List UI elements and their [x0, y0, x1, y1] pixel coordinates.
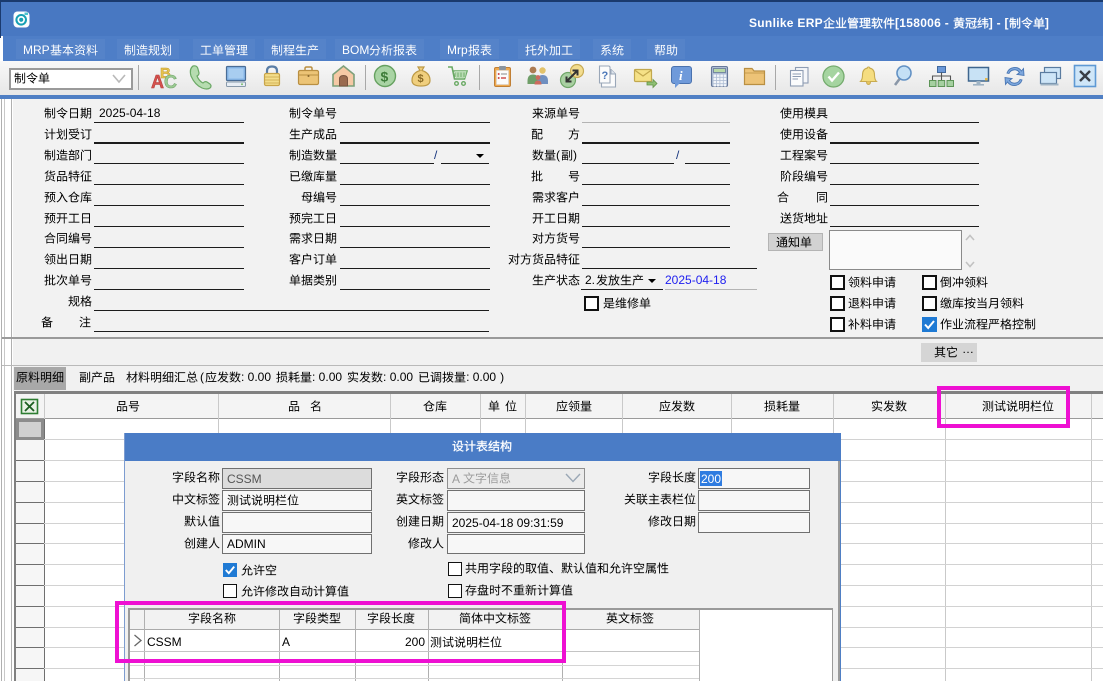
svg-text:i: i	[679, 68, 683, 83]
svg-text:$: $	[418, 73, 424, 85]
svg-text:?: ?	[602, 70, 609, 82]
svg-text:C: C	[164, 72, 177, 92]
svg-text:$: $	[381, 69, 389, 85]
